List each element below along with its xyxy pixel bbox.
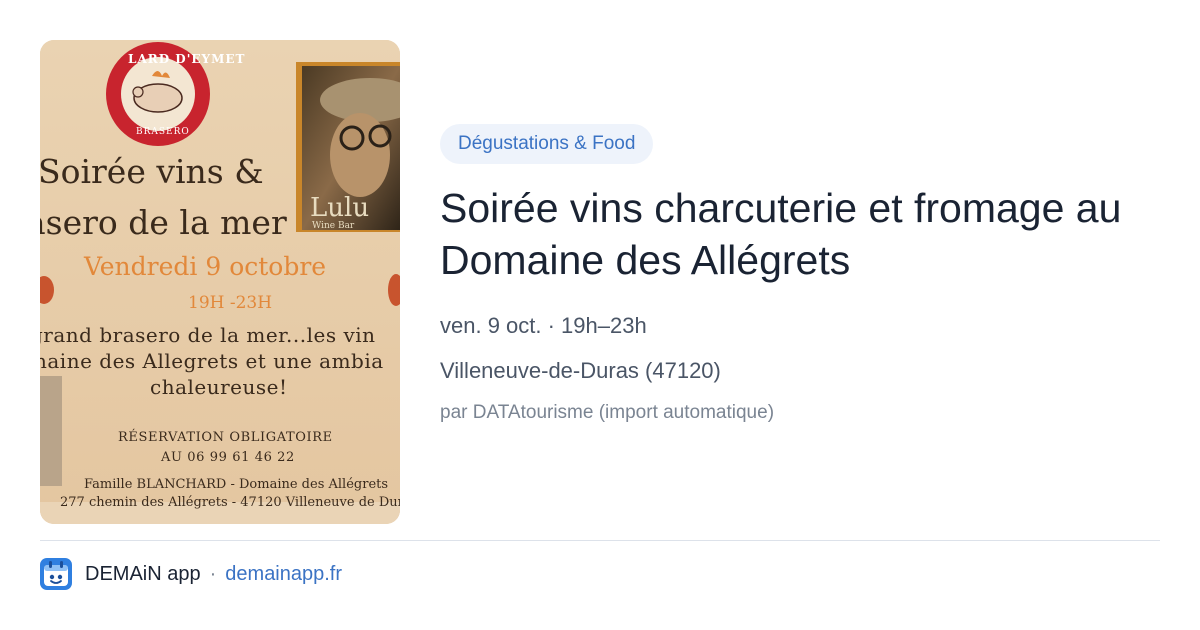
flyer-logo-name: LARD D'EYMET: [128, 52, 246, 66]
flyer-address-line1: Famille BLANCHARD - Domaine des Allégret…: [84, 477, 389, 492]
footer: DEMAiN app · demainapp.fr: [40, 557, 342, 591]
category-badge[interactable]: Dégustations & Food: [440, 124, 654, 164]
flyer-poster-name: Lulu: [310, 193, 370, 223]
flyer-reservation: RÉSERVATION OBLIGATOIRE: [118, 430, 333, 445]
event-image[interactable]: LARD D'EYMET BRASERO Lulu Wine Bar Soiré…: [40, 40, 400, 524]
flyer-poster-sub: Wine Bar: [312, 221, 355, 231]
flyer-body-line1: grand brasero de la mer...les vin: [40, 323, 376, 347]
divider: [40, 540, 1160, 541]
event-location: Villeneuve-de-Duras (47120): [440, 358, 721, 383]
footer-separator: ·: [209, 562, 217, 585]
flyer-title-line1: Soirée vins &: [40, 152, 264, 191]
flyer-title-line2: asero de la mer: [40, 203, 287, 242]
flyer-date: Vendredi 9 octobre: [84, 252, 327, 281]
flyer-time: 19H -23H: [188, 293, 273, 313]
flyer-body-line2: naine des Allegrets et une ambia: [40, 349, 384, 373]
flyer-address-line2: 277 chemin des Allégrets - 47120 Villene…: [60, 495, 400, 510]
demain-app-icon[interactable]: [40, 558, 72, 590]
event-datetime: ven. 9 oct. · 19h–23h: [440, 313, 647, 338]
flyer-phone: AU 06 99 61 46 22: [161, 450, 295, 465]
event-source: par DATAtourisme (import automatique): [440, 402, 775, 423]
app-website-link[interactable]: demainapp.fr: [225, 563, 342, 586]
photo-strip-left: [40, 376, 62, 486]
app-name: DEMAiN app: [85, 562, 201, 585]
flyer-body-line3: chaleureuse!: [150, 375, 288, 399]
flyer-logo-sub: BRASERO: [136, 127, 190, 137]
event-title[interactable]: Soirée vins charcuterie et fromage au Do…: [440, 182, 1160, 286]
